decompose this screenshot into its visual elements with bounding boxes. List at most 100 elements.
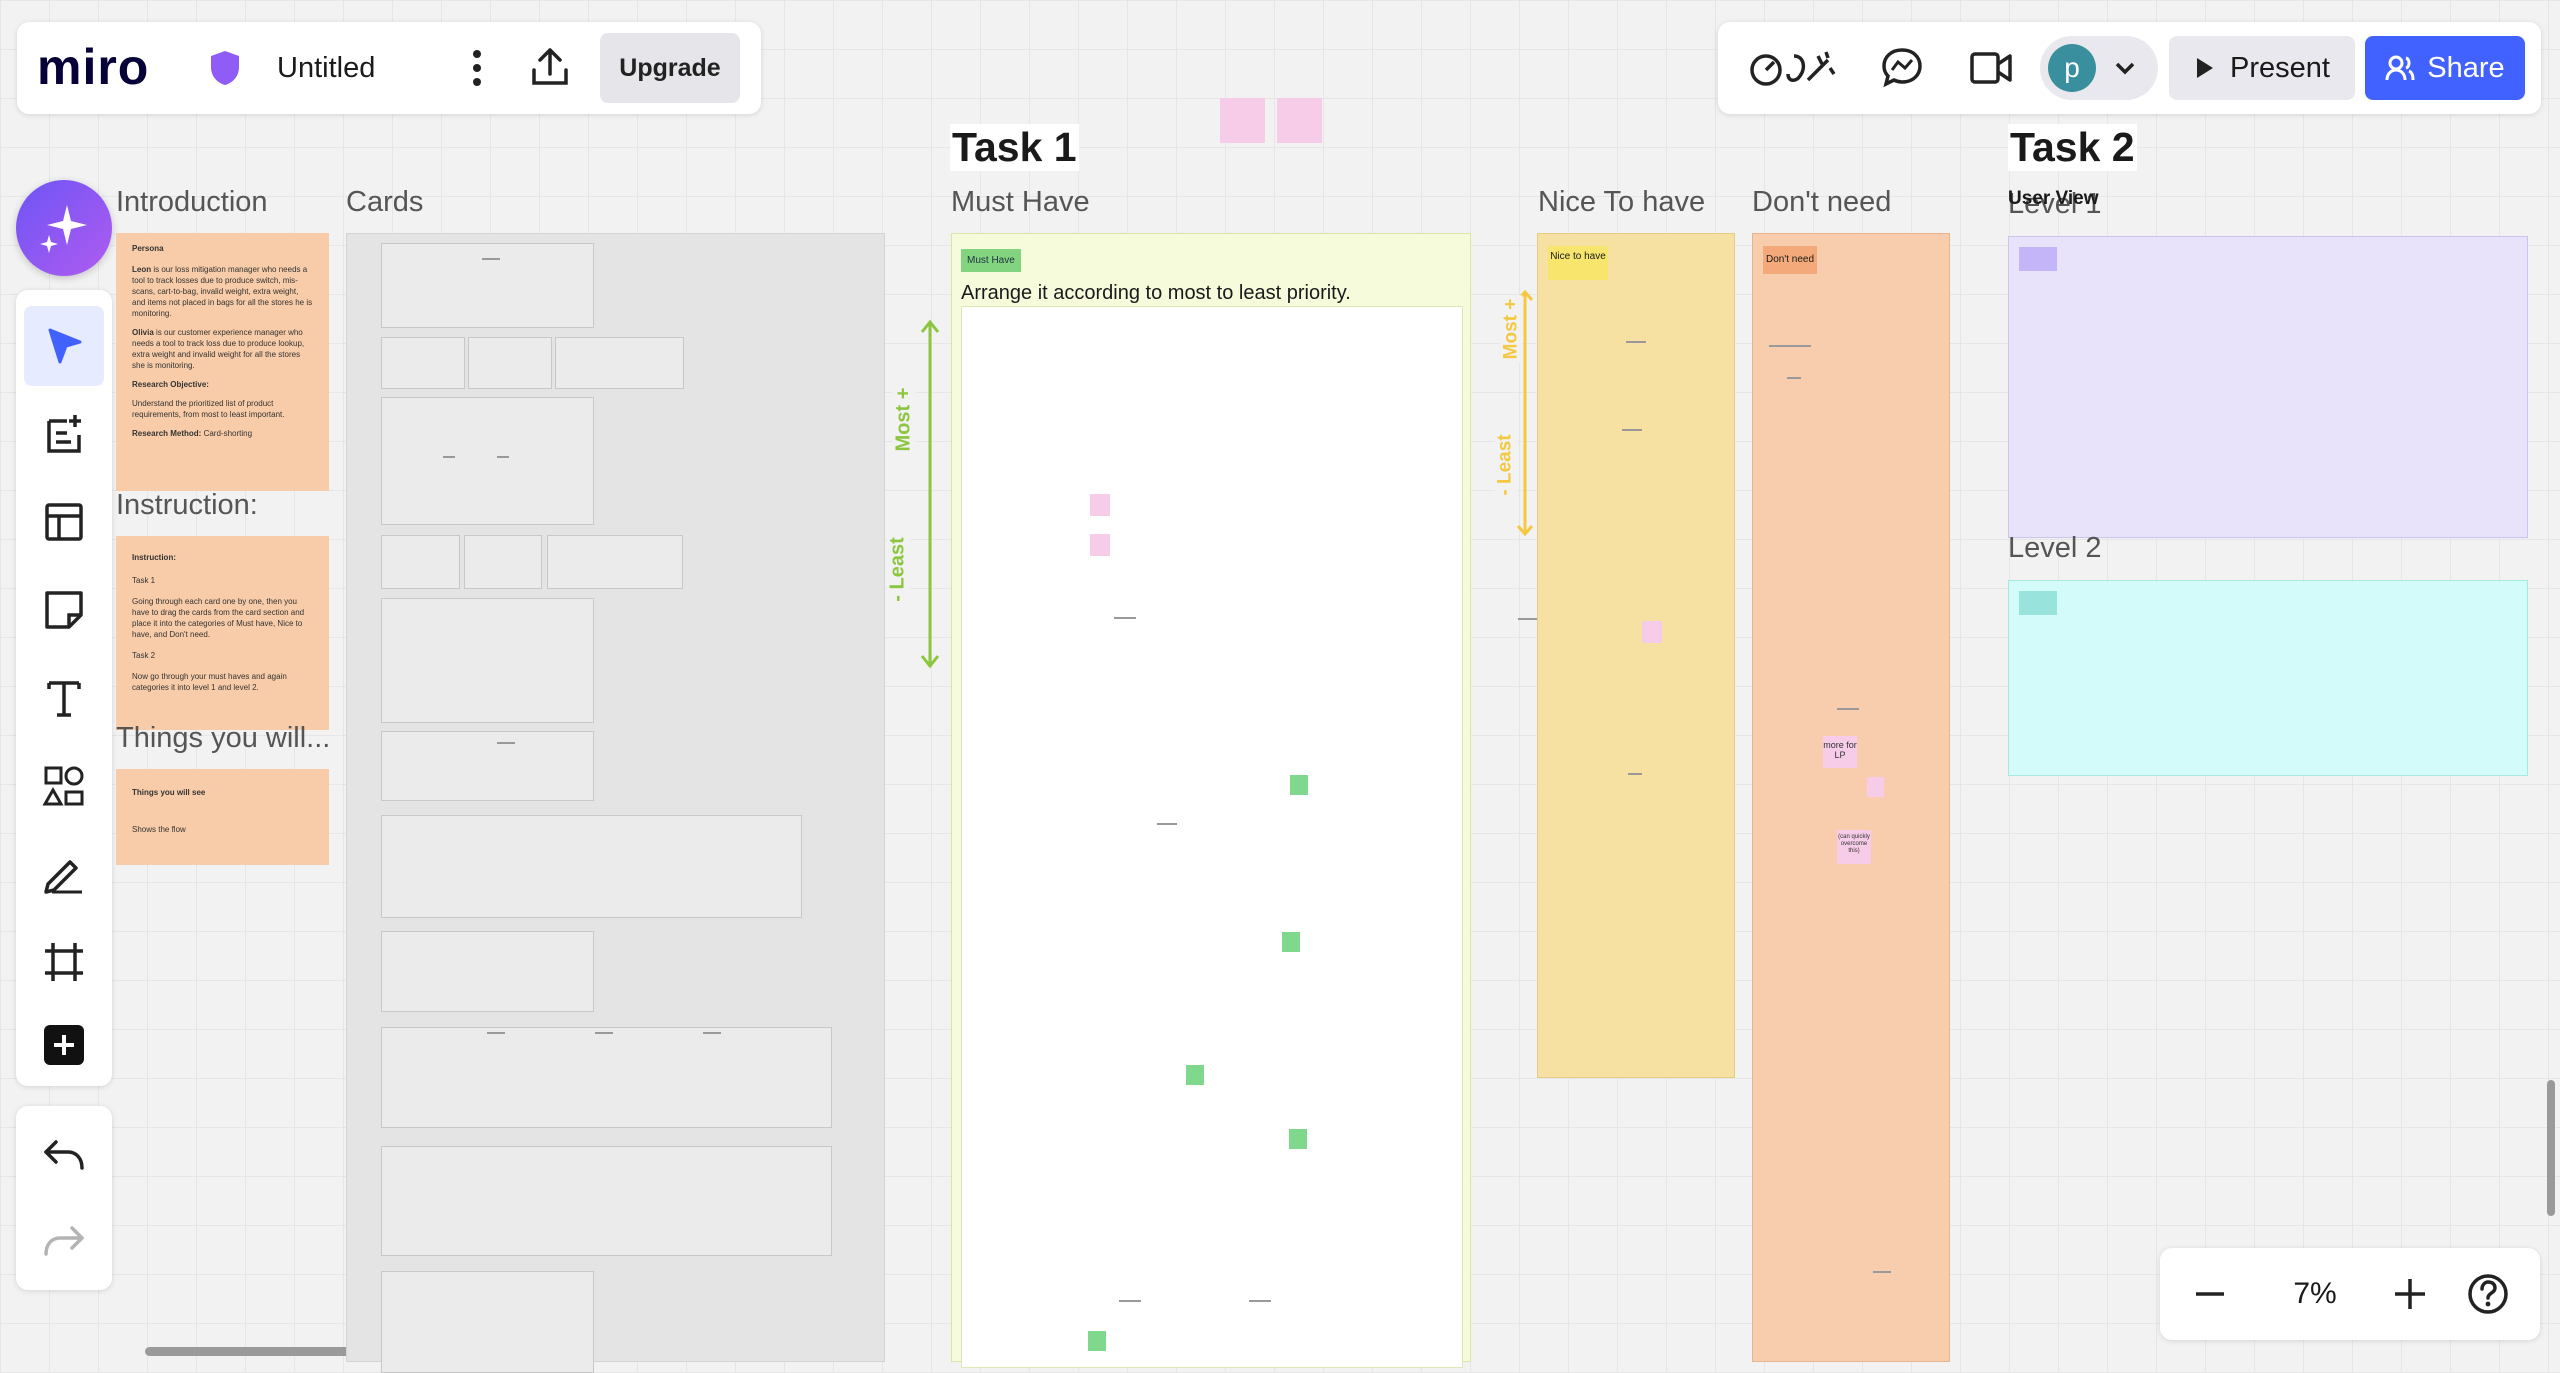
pink-sticky-top-2[interactable] — [1277, 98, 1322, 143]
chevron-down-icon[interactable] — [2114, 58, 2136, 78]
card-mark — [703, 1032, 721, 1034]
card-6[interactable] — [381, 535, 460, 589]
dont-need-title[interactable]: Don't need — [1752, 186, 1891, 219]
dont-need-note-2[interactable]: (can quickly overcome this) — [1837, 830, 1871, 864]
shapes-tool[interactable] — [24, 746, 104, 826]
present-button[interactable]: Present — [2169, 36, 2355, 100]
shield-icon[interactable] — [208, 49, 242, 87]
card-2[interactable] — [381, 337, 465, 389]
ai-assistant-button[interactable] — [16, 180, 112, 276]
more-options-icon[interactable] — [457, 46, 497, 90]
card-mark — [1114, 617, 1136, 619]
export-icon[interactable] — [527, 44, 573, 90]
nice-to-have-title[interactable]: Nice To have — [1538, 186, 1705, 219]
card-12[interactable] — [381, 931, 594, 1012]
green-sticky[interactable] — [1289, 1129, 1307, 1149]
nice-to-have-tag[interactable]: Nice to have — [1548, 246, 1608, 280]
nice-to-have-frame[interactable]: Nice to have — [1537, 233, 1735, 1078]
level2-sticky[interactable] — [2019, 591, 2057, 615]
olivia-name: Olivia — [132, 328, 154, 337]
card-1[interactable] — [381, 243, 594, 328]
level1-frame[interactable] — [2008, 236, 2528, 538]
instruction-sticky[interactable]: Instruction: Task 1 Going through each c… — [116, 536, 329, 730]
chat-icon[interactable] — [1878, 44, 1926, 92]
video-icon[interactable] — [1968, 46, 2014, 90]
text-tool[interactable] — [24, 658, 104, 738]
card-4[interactable] — [555, 337, 684, 389]
card-15[interactable] — [381, 1271, 594, 1373]
card-13[interactable] — [381, 1027, 832, 1128]
redo-icon — [42, 1224, 86, 1260]
table-tool[interactable] — [24, 482, 104, 562]
level1-sticky[interactable] — [2019, 247, 2057, 271]
must-have-frame[interactable]: Must Have Arrange it according to most t… — [951, 233, 1471, 1368]
user-view-label[interactable]: User View — [2008, 188, 2098, 210]
persona-sticky[interactable]: Persona Leon is our loss mitigation mana… — [116, 233, 329, 491]
frame-tool[interactable] — [24, 922, 104, 1002]
pink-sticky[interactable] — [1090, 494, 1110, 516]
things-heading: Things you will see — [132, 788, 206, 797]
share-button[interactable]: Share — [2365, 36, 2525, 100]
redo-button[interactable] — [24, 1202, 104, 1282]
card-3[interactable] — [468, 337, 552, 389]
task1-label: Task 1 — [132, 576, 156, 585]
more-tools-button[interactable] — [24, 1010, 104, 1080]
introduction-title[interactable]: Introduction — [116, 186, 268, 219]
card-7[interactable] — [464, 535, 542, 589]
green-sticky[interactable] — [1290, 775, 1308, 795]
objective-label: Research Objective: — [132, 380, 209, 389]
dont-need-tag[interactable]: Don't need — [1763, 246, 1817, 274]
avatar[interactable]: p — [2048, 44, 2096, 92]
cards-frame[interactable] — [346, 233, 885, 1373]
instruction-title[interactable]: Instruction: — [116, 489, 258, 522]
card-mark — [1873, 1271, 1891, 1273]
card-mark — [595, 1032, 613, 1034]
must-have-dropzone[interactable] — [961, 306, 1463, 1368]
card-14[interactable] — [381, 1146, 832, 1256]
card-5[interactable] — [381, 397, 594, 525]
help-button[interactable] — [2456, 1262, 2520, 1326]
pen-tool[interactable] — [24, 834, 104, 914]
undo-button[interactable] — [24, 1116, 104, 1196]
things-title[interactable]: Things you will... — [116, 722, 330, 755]
leon-name: Leon — [132, 265, 152, 274]
green-sticky[interactable] — [1186, 1065, 1204, 1085]
cards-title[interactable]: Cards — [346, 186, 423, 219]
axis-most-label-nice: Most + — [1500, 295, 1523, 363]
card-10[interactable] — [381, 731, 594, 801]
must-have-tag[interactable]: Must Have — [961, 249, 1021, 272]
card-11[interactable] — [381, 815, 802, 918]
board-header: miro Untitled Upgrade — [17, 22, 761, 114]
sticky-note-tool[interactable] — [24, 570, 104, 650]
miro-logo[interactable]: miro — [37, 38, 149, 96]
card-9[interactable] — [381, 598, 594, 723]
templates-tool[interactable] — [24, 394, 104, 474]
zoom-in-button[interactable] — [2378, 1262, 2442, 1326]
card-mark — [1837, 708, 1859, 710]
pink-sticky-top-1[interactable] — [1220, 98, 1265, 143]
dont-need-note-1[interactable]: more for LP — [1823, 736, 1857, 768]
level2-title[interactable]: Level 2 — [2008, 532, 2102, 565]
board-title[interactable]: Untitled — [277, 52, 375, 85]
must-have-title[interactable]: Must Have — [951, 186, 1090, 219]
dont-need-frame[interactable]: Don't need more for LP (can quickly over… — [1752, 233, 1950, 1362]
reactions-icon[interactable] — [1748, 44, 1844, 92]
must-have-instruction[interactable]: Arrange it according to most to least pr… — [961, 282, 1351, 305]
task2-title[interactable]: Task 2 — [2008, 124, 2137, 171]
pink-sticky[interactable] — [1090, 534, 1110, 556]
pink-sticky[interactable] — [1642, 621, 1662, 643]
select-tool[interactable] — [24, 306, 104, 386]
present-label: Present — [2230, 51, 2330, 84]
user-menu[interactable]: p — [2040, 36, 2158, 100]
zoom-level[interactable]: 7% — [2260, 1262, 2370, 1326]
green-sticky[interactable] — [1088, 1331, 1106, 1351]
things-sticky[interactable]: Things you will see Shows the flow — [116, 769, 329, 865]
pink-sticky[interactable] — [1867, 777, 1884, 797]
zoom-out-button[interactable] — [2178, 1262, 2242, 1326]
task1-title[interactable]: Task 1 — [950, 124, 1079, 171]
card-8[interactable] — [547, 535, 683, 589]
vertical-scrollbar[interactable] — [2547, 1080, 2555, 1216]
upgrade-button[interactable]: Upgrade — [600, 33, 740, 103]
green-sticky[interactable] — [1282, 932, 1300, 952]
level2-frame[interactable] — [2008, 580, 2528, 776]
